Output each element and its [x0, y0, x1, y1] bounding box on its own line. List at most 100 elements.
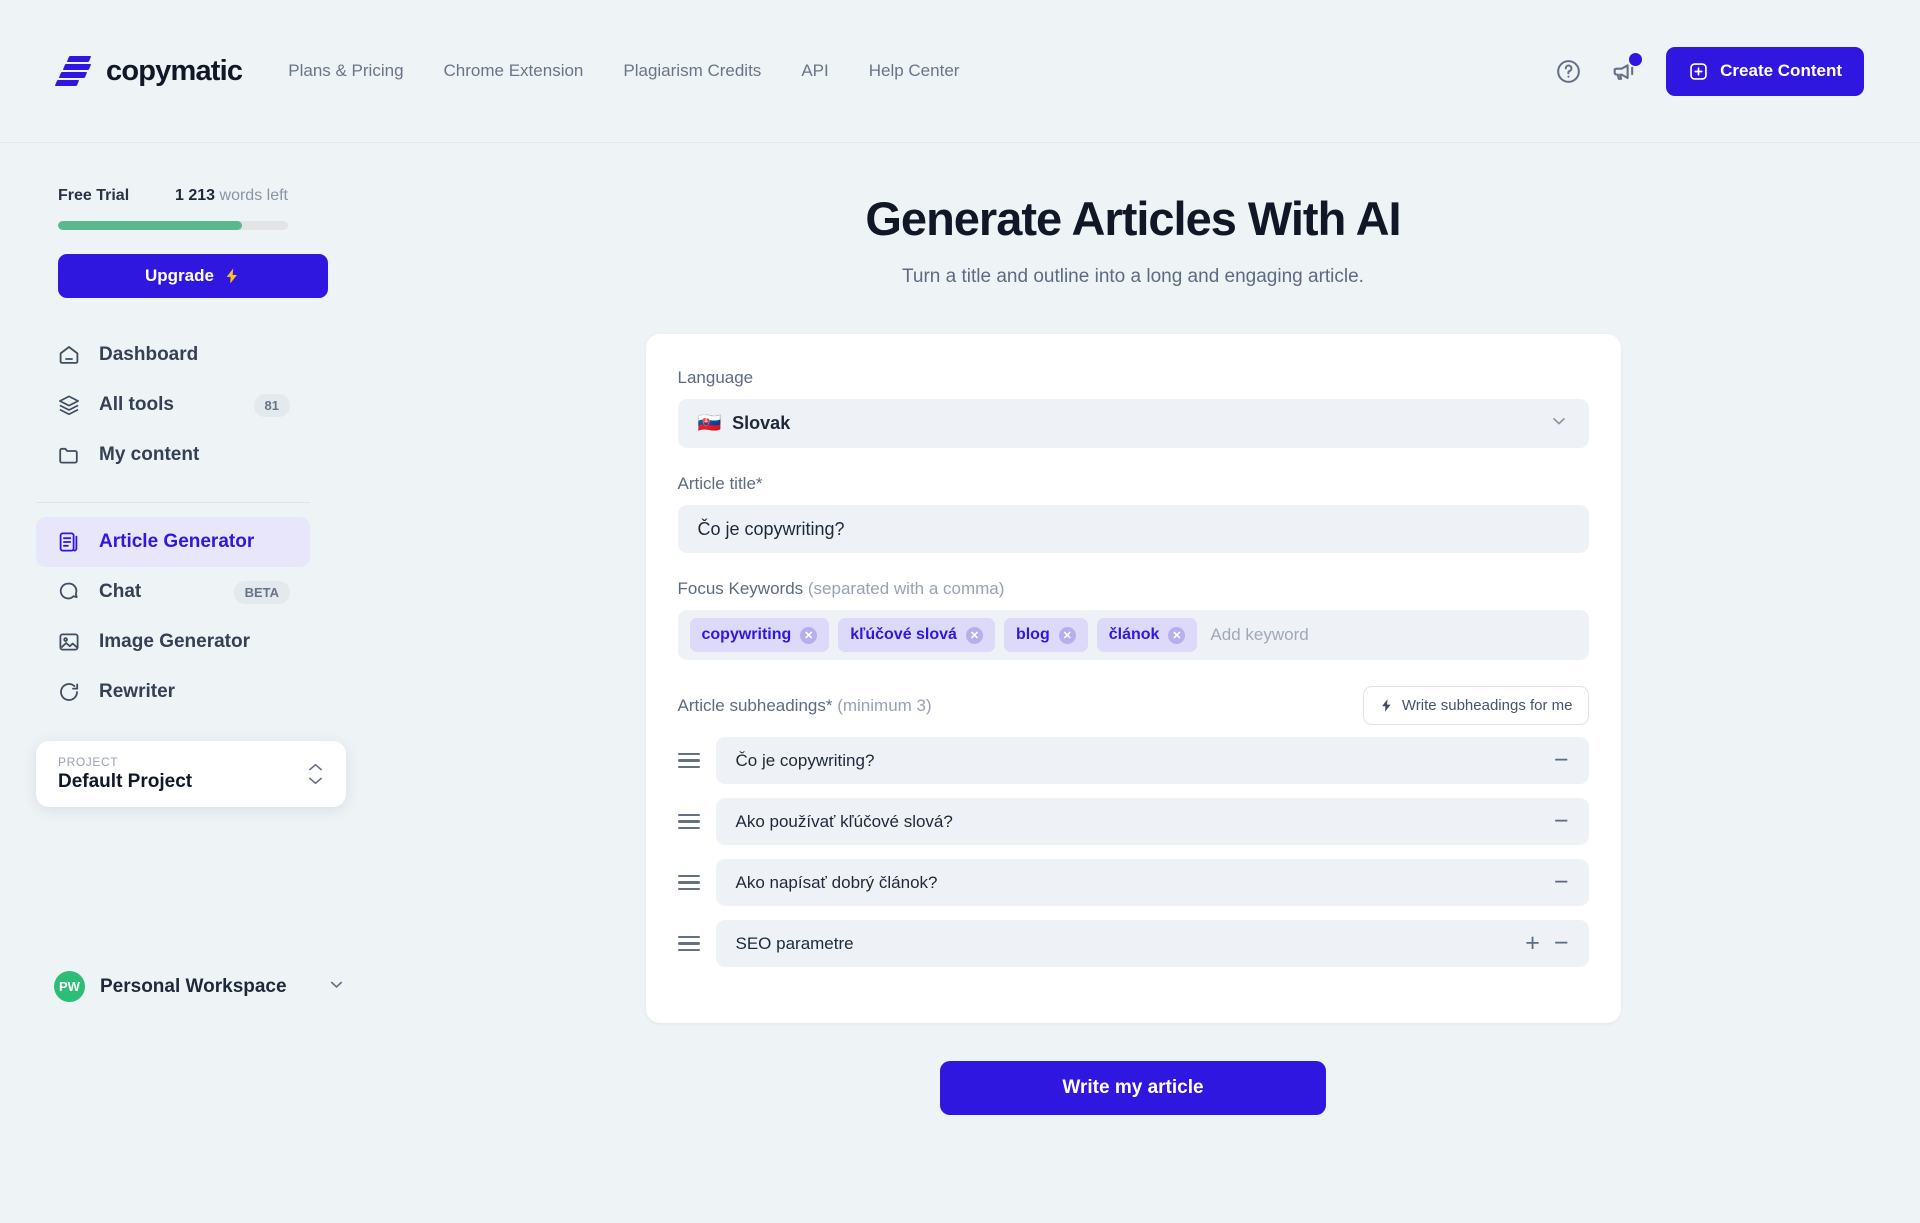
trial-status: Free Trial 1 213 words left: [58, 187, 288, 205]
write-subheadings-label: Write subheadings for me: [1401, 697, 1573, 714]
write-subheadings-for-me-button[interactable]: Write subheadings for me: [1362, 686, 1589, 725]
subheading-value: Ako používať kľúčové slová?: [735, 811, 953, 831]
avatar: PW: [54, 971, 85, 1002]
project-selector[interactable]: PROJECT Default Project: [36, 741, 346, 807]
close-circle-icon[interactable]: ✕: [1058, 626, 1076, 644]
home-icon: [56, 342, 82, 368]
plus-square-icon: [1690, 62, 1707, 80]
workspace-selector[interactable]: PW Personal Workspace: [54, 971, 346, 1002]
main-content: Generate Articles With AI Turn a title a…: [346, 143, 1920, 1223]
chat-bubble-icon: [56, 579, 82, 605]
article-subheadings-label-hint: (minimum 3): [832, 695, 932, 715]
remove-subheading-button[interactable]: −: [1554, 809, 1569, 834]
article-title-value: Čo je copywriting?: [697, 518, 845, 539]
focus-keywords-input[interactable]: copywriting ✕ kľúčové slová ✕ blog ✕ člá…: [677, 610, 1589, 660]
nav-link-api[interactable]: API: [801, 61, 828, 81]
remove-subheading-button[interactable]: −: [1554, 870, 1569, 895]
trial-label: Free Trial: [58, 187, 130, 204]
sidebar-item-article-generator[interactable]: Article Generator: [36, 517, 310, 567]
write-my-article-button[interactable]: Write my article: [940, 1061, 1326, 1115]
keyword-chip[interactable]: článok ✕: [1096, 618, 1198, 652]
keyword-chip[interactable]: kľúčové slová ✕: [838, 618, 995, 652]
sidebar-item-chat[interactable]: Chat BETA: [36, 567, 310, 617]
subheading-value: SEO parametre: [735, 933, 854, 953]
words-left: 1 213 words left: [175, 187, 288, 205]
help-button[interactable]: [1555, 58, 1582, 85]
article-title-label: Article title*: [677, 474, 763, 493]
sidebar-nav-tools: Article Generator Chat BETA Image Genera…: [0, 517, 346, 717]
upgrade-label: Upgrade: [145, 266, 214, 285]
subheading-row: Čo je copywriting? −: [677, 737, 1589, 784]
nav-link-plagiarism-credits[interactable]: Plagiarism Credits: [623, 61, 761, 81]
main-navigation: Plans & Pricing Chrome Extension Plagiar…: [288, 61, 959, 81]
remove-subheading-button[interactable]: −: [1554, 748, 1569, 773]
sidebar-item-image-generator[interactable]: Image Generator: [36, 617, 310, 667]
keyword-chip[interactable]: copywriting ✕: [689, 618, 830, 652]
project-selector-value: Default Project: [58, 771, 193, 792]
create-content-button[interactable]: Create Content: [1666, 46, 1864, 96]
remove-subheading-button[interactable]: −: [1554, 931, 1569, 956]
sidebar-label-my-content: My content: [99, 444, 200, 465]
nav-link-help-center[interactable]: Help Center: [869, 61, 960, 81]
close-circle-icon[interactable]: ✕: [1168, 626, 1186, 644]
words-left-count: 1 213: [175, 187, 216, 204]
lightning-bolt-icon: [1381, 699, 1391, 712]
sidebar-label-all-tools: All tools: [99, 394, 174, 415]
words-left-suffix: words left: [215, 187, 288, 204]
document-icon: [56, 529, 82, 555]
subheading-input[interactable]: Ako napísať dobrý článok? −: [715, 859, 1589, 906]
focus-keywords-label-text: Focus Keywords: [677, 579, 804, 598]
subheading-row: SEO parametre + −: [677, 920, 1589, 967]
announcements-button[interactable]: [1610, 53, 1643, 85]
page-subtitle: Turn a title and outline into a long and…: [902, 266, 1364, 287]
workspace-name: Personal Workspace: [100, 975, 287, 997]
drag-handle-icon[interactable]: [677, 935, 700, 952]
article-generator-form: Language 🇸🇰 Slovak Article title* Čo je …: [645, 334, 1621, 1023]
drag-handle-icon[interactable]: [677, 752, 700, 769]
layers-icon: [56, 392, 82, 418]
sidebar-item-rewriter[interactable]: Rewriter: [36, 667, 310, 717]
sidebar-item-all-tools[interactable]: All tools 81: [36, 380, 310, 430]
keyword-input-placeholder[interactable]: Add keyword: [1206, 625, 1308, 645]
logo[interactable]: copymatic: [54, 53, 243, 89]
subheading-input[interactable]: Ako používať kľúčové slová? −: [715, 798, 1589, 845]
subheading-row: Ako napísať dobrý článok? −: [677, 859, 1589, 906]
chevron-down-icon: [1549, 411, 1569, 436]
sidebar-label-article-generator: Article Generator: [99, 531, 255, 552]
keyword-chip-label: kľúčové slová: [850, 626, 957, 643]
add-subheading-button[interactable]: +: [1525, 931, 1540, 956]
sidebar-nav-primary: Dashboard All tools 81 My content: [0, 330, 346, 480]
chevron-up-down-icon: [307, 762, 324, 786]
sidebar-item-dashboard[interactable]: Dashboard: [36, 330, 310, 380]
drag-handle-icon[interactable]: [677, 813, 700, 830]
article-subheadings-field: Article subheadings* (minimum 3) Write s…: [677, 686, 1589, 967]
sidebar-label-rewriter: Rewriter: [99, 681, 176, 702]
drag-handle-icon[interactable]: [677, 874, 700, 891]
trial-progress-fill: [58, 221, 242, 230]
trial-progress-bar: [58, 221, 288, 230]
sidebar-label-chat: Chat: [99, 581, 142, 602]
close-circle-icon[interactable]: ✕: [965, 626, 983, 644]
subheading-value: Čo je copywriting?: [735, 750, 875, 770]
image-icon: [56, 629, 82, 655]
keyword-chip-label: blog: [1015, 626, 1050, 643]
copymatic-logo-icon: [54, 53, 93, 89]
article-title-input[interactable]: Čo je copywriting?: [677, 505, 1589, 553]
nav-link-chrome-extension[interactable]: Chrome Extension: [444, 61, 584, 81]
all-tools-count-badge: 81: [253, 393, 290, 417]
close-circle-icon[interactable]: ✕: [800, 626, 818, 644]
sidebar-item-my-content[interactable]: My content: [36, 430, 310, 480]
slovakia-flag-icon: 🇸🇰: [697, 413, 722, 434]
subheading-input[interactable]: Čo je copywriting? −: [715, 737, 1589, 784]
keyword-chip[interactable]: blog ✕: [1003, 618, 1088, 652]
language-select[interactable]: 🇸🇰 Slovak: [677, 399, 1589, 448]
upgrade-button[interactable]: Upgrade: [58, 254, 328, 298]
language-selected-value: Slovak: [732, 413, 791, 433]
subheading-input[interactable]: SEO parametre + −: [715, 920, 1589, 967]
page-title: Generate Articles With AI: [865, 192, 1401, 245]
article-title-field: Article title* Čo je copywriting?: [677, 474, 1589, 553]
chevron-down-icon: [327, 975, 346, 999]
nav-link-plans-pricing[interactable]: Plans & Pricing: [288, 61, 403, 81]
folder-icon: [56, 442, 82, 468]
subheading-row: Ako používať kľúčové slová? −: [677, 798, 1589, 845]
